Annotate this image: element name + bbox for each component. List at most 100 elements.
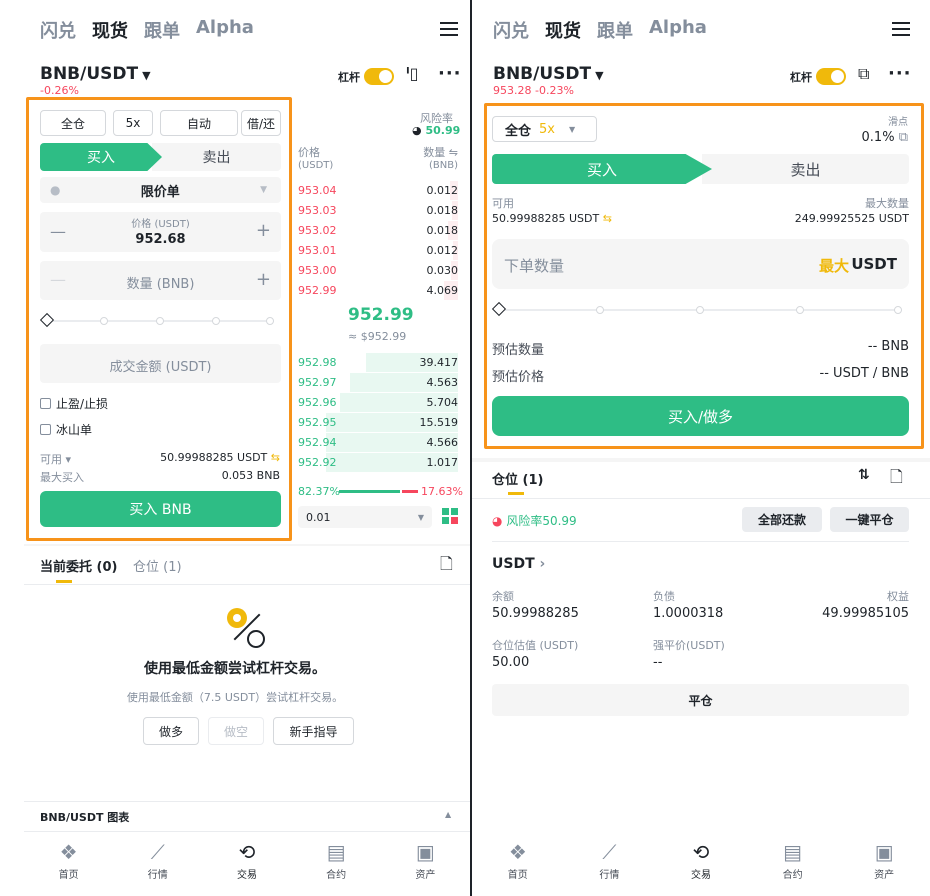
history-icon[interactable]: 🗋 (890, 466, 903, 493)
ask-row[interactable]: 953.03 0.018 (298, 200, 458, 220)
transfer-icon[interactable]: ⇆ (271, 451, 280, 464)
unit-select[interactable]: USDT (851, 255, 897, 273)
caret-up-icon[interactable]: ▲ (445, 810, 451, 819)
tab-open-orders[interactable]: 当前委托 (0) (40, 556, 117, 575)
bid-qty: 4.566 (426, 435, 459, 449)
bid-row[interactable]: 952.92 1.017 (298, 452, 458, 472)
sell-tab[interactable]: 卖出 (152, 143, 281, 171)
toggle-switch[interactable] (364, 68, 394, 85)
tab-spot[interactable]: 现货 (545, 17, 581, 43)
toggle-switch[interactable] (816, 68, 846, 85)
bottom-nav: ❖ 首页 ⟋ 行情 ⟲ 交易 ▤ 合约 ▣ 资产 (472, 838, 930, 888)
leverage-toggle[interactable]: 杠杆 (338, 68, 394, 85)
transfer-icon[interactable]: ⇆ (603, 212, 612, 225)
max-buy-label: 最大买入 (40, 471, 84, 484)
nav-home[interactable]: ❖ 首页 (488, 838, 548, 888)
home-icon: ❖ (508, 840, 527, 864)
nav-markets[interactable]: ⟋ 行情 (128, 838, 188, 888)
tab-alpha[interactable]: Alpha (649, 17, 707, 43)
bid-price: 952.95 (298, 415, 337, 429)
menu-icon[interactable] (892, 22, 910, 36)
repay-all-button[interactable]: 全部还款 (742, 507, 822, 532)
beginner-guide-button[interactable]: 新手指导 (273, 717, 354, 745)
depth-select[interactable]: 0.01 ▼ (298, 506, 432, 528)
nav-futures[interactable]: ▤ 合约 (763, 838, 823, 888)
auto-button[interactable]: 自动 (160, 110, 238, 136)
bid-row[interactable]: 952.95 15.519 (298, 412, 458, 432)
slippage-value[interactable]: 0.1% ⧉ (862, 130, 908, 145)
buy-long-button[interactable]: 买入/做多 (492, 396, 909, 436)
bid-row[interactable]: 952.96 5.704 (298, 392, 458, 412)
borrow-repay-button[interactable]: 借/还 (241, 110, 281, 136)
bid-row[interactable]: 952.98 39.417 (298, 352, 458, 372)
slider-handle[interactable] (39, 312, 55, 328)
pair-selector[interactable]: BNB/USDT ▼ (493, 64, 604, 84)
leverage-toggle[interactable]: 杠杆 (790, 68, 846, 85)
max-button[interactable]: 最大 (819, 255, 849, 276)
total-input[interactable]: 成交金额 (USDT) (40, 344, 281, 383)
cross-margin-button[interactable]: 全仓 (40, 110, 106, 136)
amount-slider[interactable] (39, 312, 274, 328)
slider-handle[interactable] (491, 301, 507, 317)
menu-icon[interactable] (440, 22, 458, 36)
go-long-button[interactable]: 做多 (143, 717, 199, 745)
bid-qty: 15.519 (419, 415, 459, 429)
ob-qty-header[interactable]: 数量 ⇋ (BNB) (423, 146, 458, 172)
tab-alpha[interactable]: Alpha (196, 17, 254, 43)
plus-icon[interactable]: + (256, 220, 271, 241)
ask-row[interactable]: 953.04 0.012 (298, 180, 458, 200)
ask-row[interactable]: 952.99 4.069 (298, 280, 458, 300)
ask-row[interactable]: 953.01 0.012 (298, 240, 458, 260)
close-position-button[interactable]: 平仓 (492, 684, 909, 716)
order-type-select[interactable]: ● 限价单 ▼ (40, 177, 281, 203)
pair-selector[interactable]: BNB/USDT ▼ (40, 64, 151, 84)
tab-copy[interactable]: 跟单 (597, 17, 633, 43)
buy-bnb-button[interactable]: 买入 BNB (40, 491, 281, 527)
margin-mode-select[interactable]: 全仓 5x ▼ (492, 116, 597, 142)
chart-settings-icon[interactable]: ⧉ (858, 64, 869, 84)
close-all-button[interactable]: 一键平仓 (830, 507, 909, 532)
plus-icon[interactable]: + (256, 269, 271, 290)
nav-trade[interactable]: ⟲ 交易 (217, 838, 277, 888)
positions-title[interactable]: 仓位 (1) (492, 469, 543, 488)
nav-assets[interactable]: ▣ 资产 (395, 838, 455, 888)
nav-home[interactable]: ❖ 首页 (39, 838, 99, 888)
history-icon[interactable]: 🗋 (440, 553, 453, 580)
nav-futures[interactable]: ▤ 合约 (306, 838, 366, 888)
nav-trade[interactable]: ⟲ 交易 (671, 838, 731, 888)
iceberg-checkbox[interactable]: 冰山单 (40, 421, 92, 438)
ask-row[interactable]: 953.02 0.018 (298, 220, 458, 240)
price-input[interactable]: — 价格 (USDT) 952.68 + (40, 212, 281, 252)
more-icon[interactable]: ··· (438, 63, 462, 84)
buy-tab[interactable]: 买入 (492, 154, 712, 184)
more-icon[interactable]: ··· (888, 63, 912, 84)
buy-tab[interactable]: 买入 (40, 143, 162, 171)
bid-qty: 5.704 (426, 395, 459, 409)
bid-row[interactable]: 952.94 4.566 (298, 432, 458, 452)
edit-icon[interactable]: ⧉ (899, 130, 908, 145)
tpsl-checkbox[interactable]: 止盈/止损 (40, 395, 108, 412)
amount-slider[interactable] (491, 301, 902, 317)
candlestick-icon[interactable]: ᑊ▯ (406, 64, 418, 83)
quantity-input[interactable]: — 数量 (BNB) + (40, 261, 281, 300)
ask-row[interactable]: 953.00 0.030 (298, 260, 458, 280)
leverage-button[interactable]: 5x (113, 110, 153, 136)
nav-markets[interactable]: ⟋ 行情 (579, 838, 639, 888)
bid-row[interactable]: 952.97 4.563 (298, 372, 458, 392)
ask-qty: 0.018 (426, 223, 459, 237)
tab-flash[interactable]: 闪兑 (493, 17, 529, 43)
chart-bar-label[interactable]: BNB/USDT 图表 (40, 809, 129, 825)
asset-link[interactable]: USDT › (492, 556, 545, 572)
tab-spot[interactable]: 现货 (92, 17, 128, 43)
nav-assets[interactable]: ▣ 资产 (854, 838, 914, 888)
order-quantity-input[interactable]: 下单数量 最大 USDT (492, 239, 909, 289)
orderbook-layout-icon[interactable] (442, 508, 458, 524)
tab-copy[interactable]: 跟单 (144, 17, 180, 43)
tab-positions[interactable]: 仓位 (1) (133, 556, 182, 575)
sell-tab[interactable]: 卖出 (702, 154, 909, 184)
buy-ratio: 82.37% (298, 485, 340, 498)
go-short-button[interactable]: 做空 (208, 717, 264, 745)
tab-flash[interactable]: 闪兑 (40, 17, 76, 43)
sort-icon[interactable]: ⇅ (858, 467, 870, 483)
available-label: 可用 ▾ (40, 453, 72, 466)
